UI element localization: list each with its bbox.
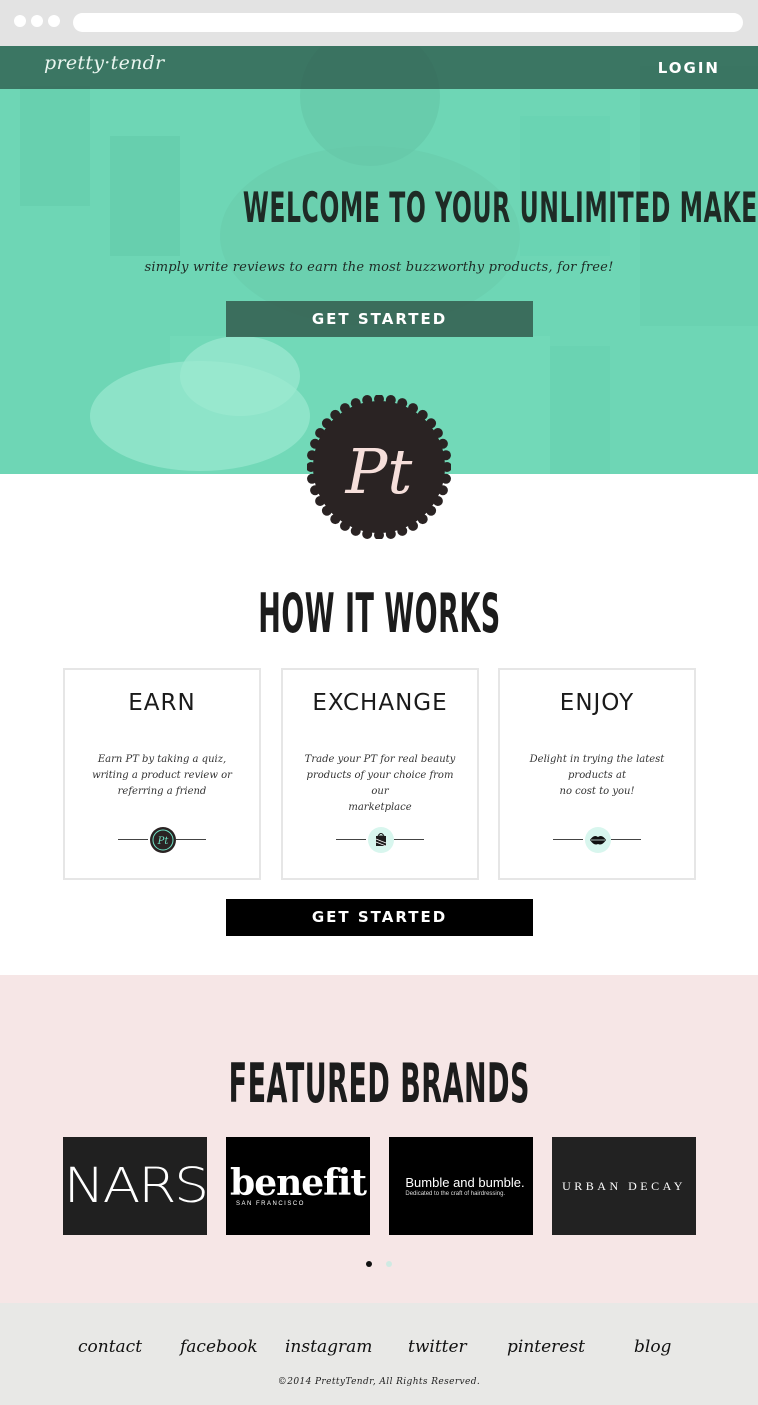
card-description: Earn PT by taking a quiz, writing a prod… xyxy=(81,752,243,800)
brand-logo-text: URBAN DECAY xyxy=(562,1178,686,1193)
badge-monogram: Pt xyxy=(345,435,413,508)
card-desc-line: Trade your PT for real beauty xyxy=(304,754,456,765)
card-divider xyxy=(283,826,477,854)
footer-link-contact[interactable]: contact xyxy=(78,1337,142,1357)
hero-get-started-button[interactable]: GET STARTED xyxy=(226,301,533,337)
window-dot[interactable] xyxy=(48,15,60,27)
pager-dot[interactable] xyxy=(386,1261,392,1267)
lips-icon xyxy=(585,827,611,853)
carousel-pager xyxy=(366,1261,396,1267)
divider-line xyxy=(176,839,206,840)
how-it-works-title: HOW IT WORKS xyxy=(0,582,758,645)
brand-logo-text: NARS xyxy=(63,1158,209,1214)
browser-chrome xyxy=(0,0,758,46)
card-divider xyxy=(500,826,694,854)
how-it-works-cards: EARN Earn PT by taking a quiz, writing a… xyxy=(63,668,696,880)
site-footer: contact facebook instagram twitter pinte… xyxy=(0,1303,758,1405)
copyright-text: ©2014 PrettyTendr, All Rights Reserved. xyxy=(277,1377,481,1387)
card-desc-line: Delight in trying the latest xyxy=(529,754,665,765)
get-started-button[interactable]: GET STARTED xyxy=(226,899,533,936)
footer-link-instagram[interactable]: instagram xyxy=(285,1337,372,1357)
card-description: Delight in trying the latest products at… xyxy=(516,752,678,800)
login-link[interactable]: LOGIN xyxy=(658,59,720,77)
featured-brands-title: FEATURED BRANDS xyxy=(0,1052,758,1115)
site-logo[interactable]: pretty·tendr xyxy=(44,52,165,74)
how-it-works-title-text: HOW IT WORKS xyxy=(257,582,501,645)
divider-line xyxy=(611,839,641,840)
hero-title: WELCOME TO YOUR UNLIMITED MAKEUP BAG xyxy=(0,183,758,232)
brand-logo-subtext: Dedicated to the craft of hairdressing. xyxy=(405,1191,506,1197)
pt-coin-icon: Pt xyxy=(150,827,176,853)
divider-line xyxy=(336,839,366,840)
card-exchange: EXCHANGE Trade your PT for real beauty p… xyxy=(281,668,479,880)
gift-icon xyxy=(368,827,394,853)
brand-logo-text: benefit xyxy=(230,1162,367,1204)
card-desc-line: products of your choice from our xyxy=(306,770,454,797)
pager-dot-active[interactable] xyxy=(366,1261,372,1267)
window-dot[interactable] xyxy=(31,15,43,27)
divider-line xyxy=(394,839,424,840)
card-enjoy: ENJOY Delight in trying the latest produ… xyxy=(498,668,696,880)
card-desc-line: products at xyxy=(568,770,626,781)
card-title: EARN xyxy=(128,690,196,716)
hero-title-text: WELCOME TO YOUR UNLIMITED MAKEUP BAG xyxy=(242,183,758,232)
card-divider: Pt xyxy=(65,826,259,854)
brand-logo: benefit SAN FRANCISCO xyxy=(230,1162,367,1207)
card-desc-line: Earn PT by taking a quiz, xyxy=(97,754,227,765)
footer-link-twitter[interactable]: twitter xyxy=(408,1337,467,1357)
card-title: EXCHANGE xyxy=(312,690,448,716)
brand-tile-benefit[interactable]: benefit SAN FRANCISCO xyxy=(226,1137,370,1235)
window-dot[interactable] xyxy=(14,15,26,27)
address-bar[interactable] xyxy=(73,13,743,32)
svg-text:Pt: Pt xyxy=(157,836,170,847)
brand-tile-urban-decay[interactable]: URBAN DECAY xyxy=(552,1137,696,1235)
brand-tile-bumble[interactable]: Bumble and bumble. Dedicated to the craf… xyxy=(389,1137,533,1235)
card-desc-line: writing a product review or xyxy=(92,770,232,781)
pt-badge-logo: Pt xyxy=(307,395,451,539)
card-earn: EARN Earn PT by taking a quiz, writing a… xyxy=(63,668,261,880)
window-controls xyxy=(14,15,60,27)
footer-link-blog[interactable]: blog xyxy=(634,1337,671,1357)
brand-logo: Bumble and bumble. Dedicated to the craf… xyxy=(397,1175,524,1197)
card-desc-line: no cost to you! xyxy=(559,786,635,797)
divider-line xyxy=(118,839,148,840)
brand-tile-nars[interactable]: NARS xyxy=(63,1137,209,1235)
hero-subtitle: simply write reviews to earn the most bu… xyxy=(144,260,614,275)
card-desc-line: referring a friend xyxy=(117,786,207,797)
card-desc-line: marketplace xyxy=(348,802,412,813)
footer-link-facebook[interactable]: facebook xyxy=(180,1337,258,1357)
footer-link-pinterest[interactable]: pinterest xyxy=(507,1337,585,1357)
featured-brands-title-text: FEATURED BRANDS xyxy=(228,1052,530,1115)
top-navbar: pretty·tendr LOGIN xyxy=(0,46,758,89)
brand-logo-subtext: SAN FRANCISCO xyxy=(236,1201,305,1207)
card-description: Trade your PT for real beauty products o… xyxy=(299,752,461,816)
divider-line xyxy=(553,839,583,840)
brand-logo-text: Bumble and bumble. xyxy=(405,1175,525,1190)
card-title: ENJOY xyxy=(559,690,635,716)
